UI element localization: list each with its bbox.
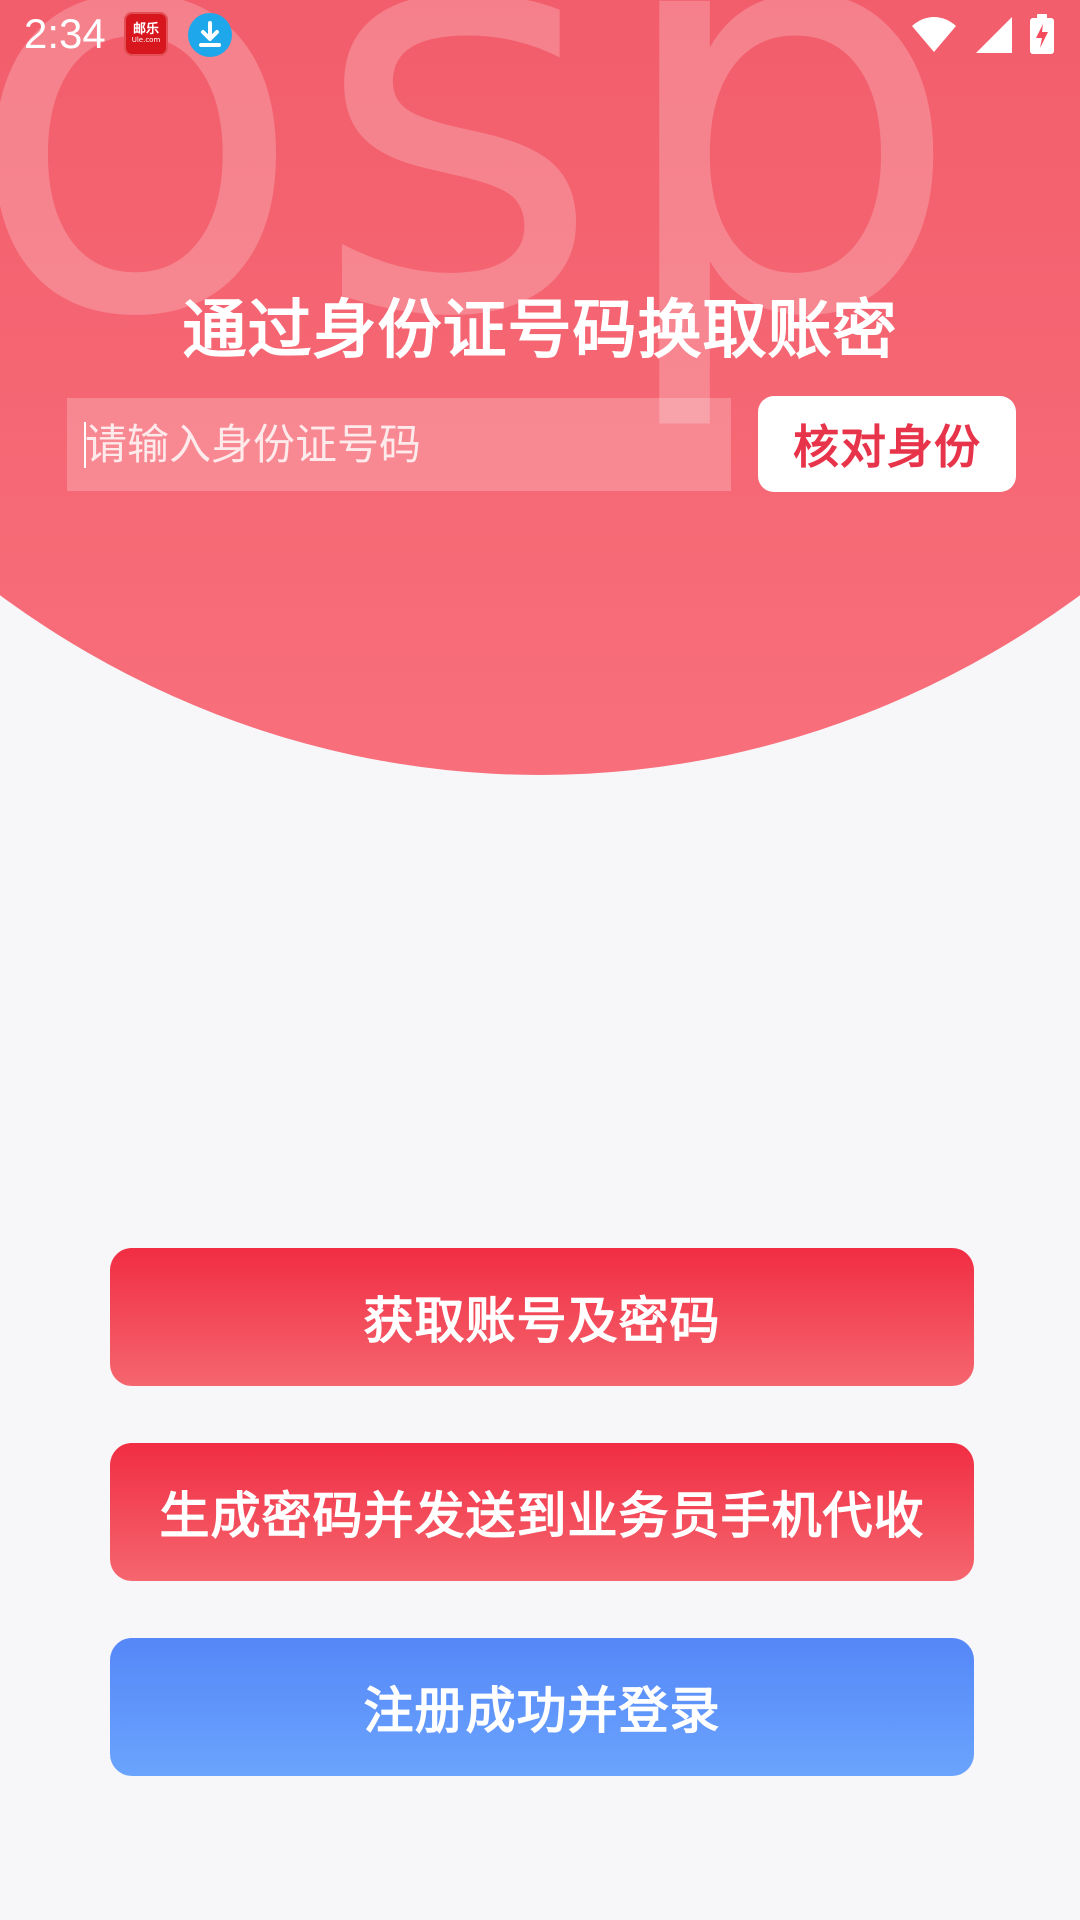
text-cursor bbox=[84, 422, 86, 468]
app-icon-sublabel: Ule.com bbox=[131, 36, 161, 45]
wifi-icon bbox=[912, 17, 956, 52]
signal-icon bbox=[976, 17, 1012, 53]
verify-identity-button[interactable]: 核对身份 bbox=[758, 396, 1016, 492]
register-login-button[interactable]: 注册成功并登录 bbox=[110, 1638, 974, 1776]
page-title: 通过身份证号码换取账密 bbox=[182, 293, 898, 368]
status-bar: 2:34 邮乐 Ule.com bbox=[0, 0, 1080, 72]
get-account-password-button[interactable]: 获取账号及密码 bbox=[110, 1248, 974, 1386]
generate-password-send-button[interactable]: 生成密码并发送到业务员手机代收 bbox=[110, 1443, 974, 1581]
header-arc: osp bbox=[0, 0, 1080, 775]
screen: osp 2:34 邮乐 Ule.com 通过身份证号码换取账密 请输入身份证号码… bbox=[0, 0, 1080, 1920]
status-icons bbox=[910, 14, 1056, 56]
app-notification-icon: 邮乐 Ule.com bbox=[124, 12, 168, 56]
battery-charging-icon bbox=[1030, 14, 1054, 54]
app-icon-label: 邮乐 bbox=[132, 22, 159, 37]
id-number-input[interactable] bbox=[67, 398, 731, 491]
download-icon bbox=[188, 13, 232, 57]
status-time: 2:34 bbox=[24, 10, 106, 57]
